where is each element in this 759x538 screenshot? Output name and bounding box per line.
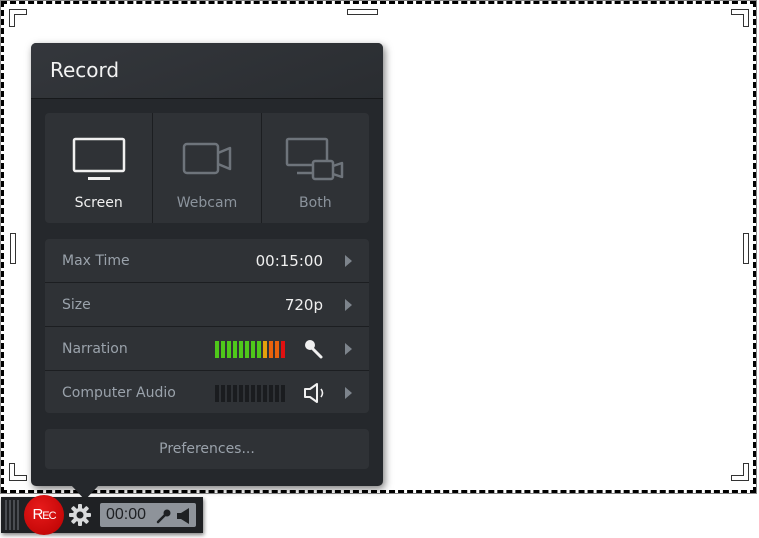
source-screen-button[interactable]: Screen [45, 113, 154, 223]
timer-display: 00:00 [100, 503, 196, 527]
source-both-button[interactable]: Both [262, 113, 369, 223]
meter-segment [227, 341, 231, 358]
meter-segment [245, 385, 249, 402]
size-label: Size [62, 297, 91, 313]
meter-segment [251, 385, 255, 402]
meter-segment [221, 341, 225, 358]
grip-icon[interactable] [5, 500, 19, 530]
meter-segment [257, 385, 261, 402]
computer-audio-level-meter [215, 385, 285, 402]
chevron-right-icon[interactable] [345, 255, 352, 267]
edge-handle-left[interactable] [10, 233, 16, 264]
meter-segment [233, 385, 237, 402]
microphone-icon[interactable] [303, 338, 325, 364]
meter-segment [215, 341, 219, 358]
meter-segment [275, 341, 279, 358]
meter-segment [239, 341, 243, 358]
microphone-icon [156, 508, 172, 528]
meter-segment [227, 385, 231, 402]
rec-label-big: R [32, 506, 43, 523]
meter-segment [239, 385, 243, 402]
corner-handle-top-right[interactable] [731, 9, 749, 27]
chevron-right-icon[interactable] [345, 343, 352, 355]
setting-max-time[interactable]: Max Time 00:15:00 [45, 239, 369, 283]
corner-handle-bottom-right[interactable] [731, 463, 749, 481]
meter-segment [233, 341, 237, 358]
corner-handle-bottom-left[interactable] [9, 463, 27, 481]
screen-and-webcam-icon [285, 137, 345, 185]
source-webcam-label: Webcam [176, 195, 238, 211]
speaker-icon [176, 507, 192, 529]
meter-segment [215, 385, 219, 402]
source-selector: Screen Webcam Both [45, 113, 369, 223]
rec-label-small: EC [42, 510, 56, 522]
setting-narration[interactable]: Narration [45, 327, 369, 371]
monitor-icon [72, 137, 126, 185]
webcam-icon [182, 137, 232, 179]
max-time-label: Max Time [62, 253, 130, 269]
chevron-right-icon[interactable] [345, 299, 352, 311]
edge-handle-right[interactable] [743, 233, 749, 264]
preferences-button[interactable]: Preferences... [45, 429, 369, 469]
meter-segment [281, 341, 285, 358]
edge-handle-top[interactable] [347, 9, 378, 15]
narration-level-meter [215, 341, 285, 358]
meter-segment [263, 385, 267, 402]
timer-text: 00:00 [106, 506, 147, 523]
corner-handle-top-left[interactable] [9, 9, 27, 27]
source-both-label: Both [299, 195, 332, 211]
settings-list: Max Time 00:15:00 Size 720p Narration Co… [45, 239, 369, 413]
meter-segment [221, 385, 225, 402]
recording-toolbar: REC 00:00 [1, 495, 203, 535]
max-time-value: 00:15:00 [255, 252, 323, 270]
computer-audio-label: Computer Audio [62, 385, 176, 401]
meter-segment [269, 385, 273, 402]
setting-size[interactable]: Size 720p [45, 283, 369, 327]
narration-label: Narration [62, 341, 128, 357]
panel-title: Record [50, 58, 120, 82]
meter-segment [269, 341, 273, 358]
speaker-icon[interactable] [303, 382, 327, 408]
chevron-right-icon[interactable] [345, 387, 352, 399]
setting-computer-audio[interactable]: Computer Audio [45, 371, 369, 415]
record-panel: Record Screen Webcam Both Max Time 00:15… [31, 43, 383, 500]
panel-header: Record [31, 43, 383, 99]
record-button[interactable]: REC [24, 495, 64, 535]
gear-icon[interactable] [69, 504, 91, 530]
source-screen-label: Screen [74, 195, 123, 211]
meter-segment [245, 341, 249, 358]
size-value: 720p [284, 296, 323, 314]
meter-segment [263, 341, 267, 358]
meter-segment [251, 341, 255, 358]
meter-segment [281, 385, 285, 402]
meter-segment [257, 341, 261, 358]
meter-segment [275, 385, 279, 402]
source-webcam-button[interactable]: Webcam [153, 113, 262, 223]
